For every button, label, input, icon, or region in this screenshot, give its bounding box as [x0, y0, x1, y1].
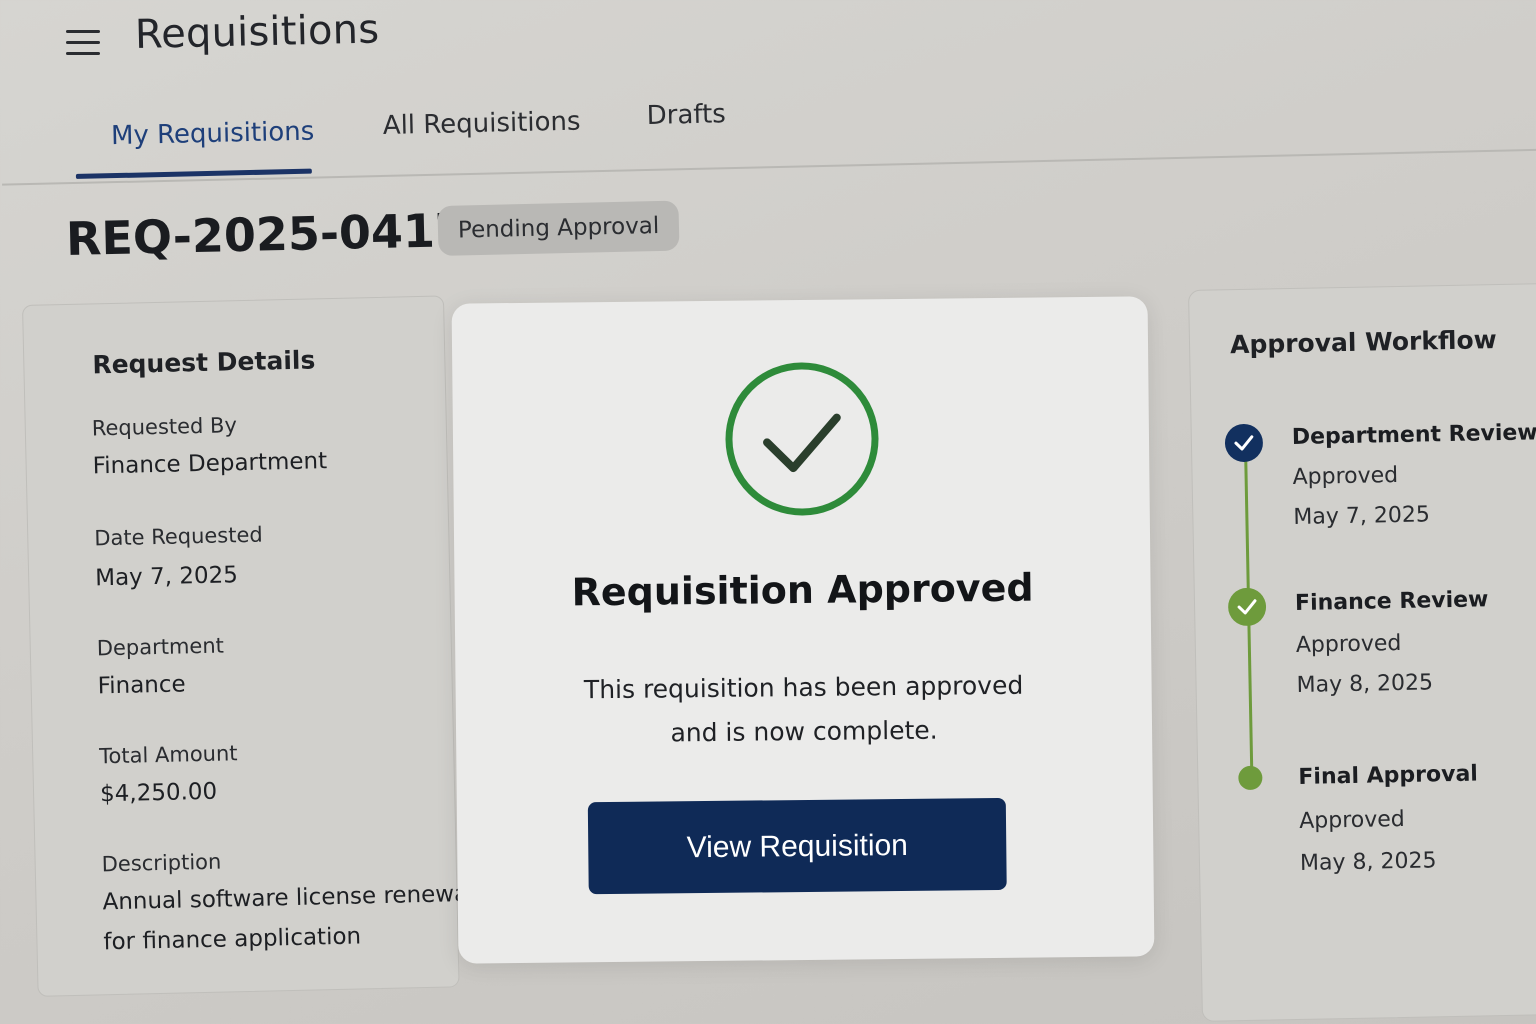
step-final-approval-status: Approved — [1298, 806, 1405, 834]
step-final-approval-title: Final Approval — [1298, 761, 1479, 790]
step-finance-review-date: May 8, 2025 — [1296, 670, 1434, 698]
step-complete-check-icon — [1224, 423, 1264, 463]
tab-all-requisitions[interactable]: All Requisitions — [383, 107, 581, 141]
date-requested-label: Date Requested — [94, 522, 263, 551]
approval-workflow-heading: Approval Workflow — [1229, 325, 1497, 360]
check-circle-icon — [722, 359, 882, 519]
step-dot-icon — [1238, 765, 1263, 791]
total-amount-label: Total Amount — [98, 741, 238, 769]
request-details-panel: Request Details Requested By Finance Dep… — [22, 295, 475, 997]
modal-message-line-2: and is now complete. — [670, 715, 938, 748]
tab-my-requisitions[interactable]: My Requisitions — [111, 117, 315, 152]
description-line-2: for finance application — [103, 923, 362, 956]
description-label: Description — [101, 849, 222, 877]
requested-by-value: Finance Department — [92, 448, 328, 480]
step-department-review-date: May 7, 2025 — [1293, 502, 1431, 531]
approval-success-modal: Requisition Approved This requisition ha… — [451, 296, 1155, 964]
hamburger-menu-icon[interactable] — [66, 30, 100, 60]
modal-message: This requisition has been approved and i… — [573, 664, 1034, 757]
approval-workflow-panel: Approval Workflow Department Review Appr… — [1188, 283, 1536, 1022]
step-complete-check-icon — [1228, 587, 1267, 627]
requisition-id: REQ-2025-0417 — [65, 202, 468, 266]
department-value: Finance — [97, 671, 186, 700]
status-badge: Pending Approval — [437, 200, 680, 256]
modal-title: Requisition Approved — [571, 565, 1034, 615]
tab-bar: My Requisitions All Requisitions Drafts — [2, 59, 1536, 186]
request-details-heading: Request Details — [92, 345, 316, 380]
step-finance-review-title: Finance Review — [1294, 587, 1489, 617]
requested-by-label: Requested By — [91, 413, 238, 441]
step-department-review-title: Department Review — [1291, 420, 1536, 451]
view-requisition-button[interactable]: View Requisition — [587, 797, 1007, 895]
date-requested-value: May 7, 2025 — [94, 562, 239, 592]
tab-drafts[interactable]: Drafts — [646, 99, 726, 131]
step-department-review-status: Approved — [1292, 463, 1399, 491]
description-line-1: Annual software license renewal — [102, 880, 475, 916]
app-title: Requisitions — [134, 6, 380, 58]
modal-message-line-1: This requisition has been approved — [583, 670, 1024, 705]
total-amount-value: $4,250.00 — [99, 778, 218, 808]
step-finance-review-status: Approved — [1295, 630, 1402, 658]
tab-divider — [2, 148, 1536, 186]
step-final-approval-date: May 8, 2025 — [1299, 848, 1437, 876]
department-label: Department — [96, 633, 225, 661]
